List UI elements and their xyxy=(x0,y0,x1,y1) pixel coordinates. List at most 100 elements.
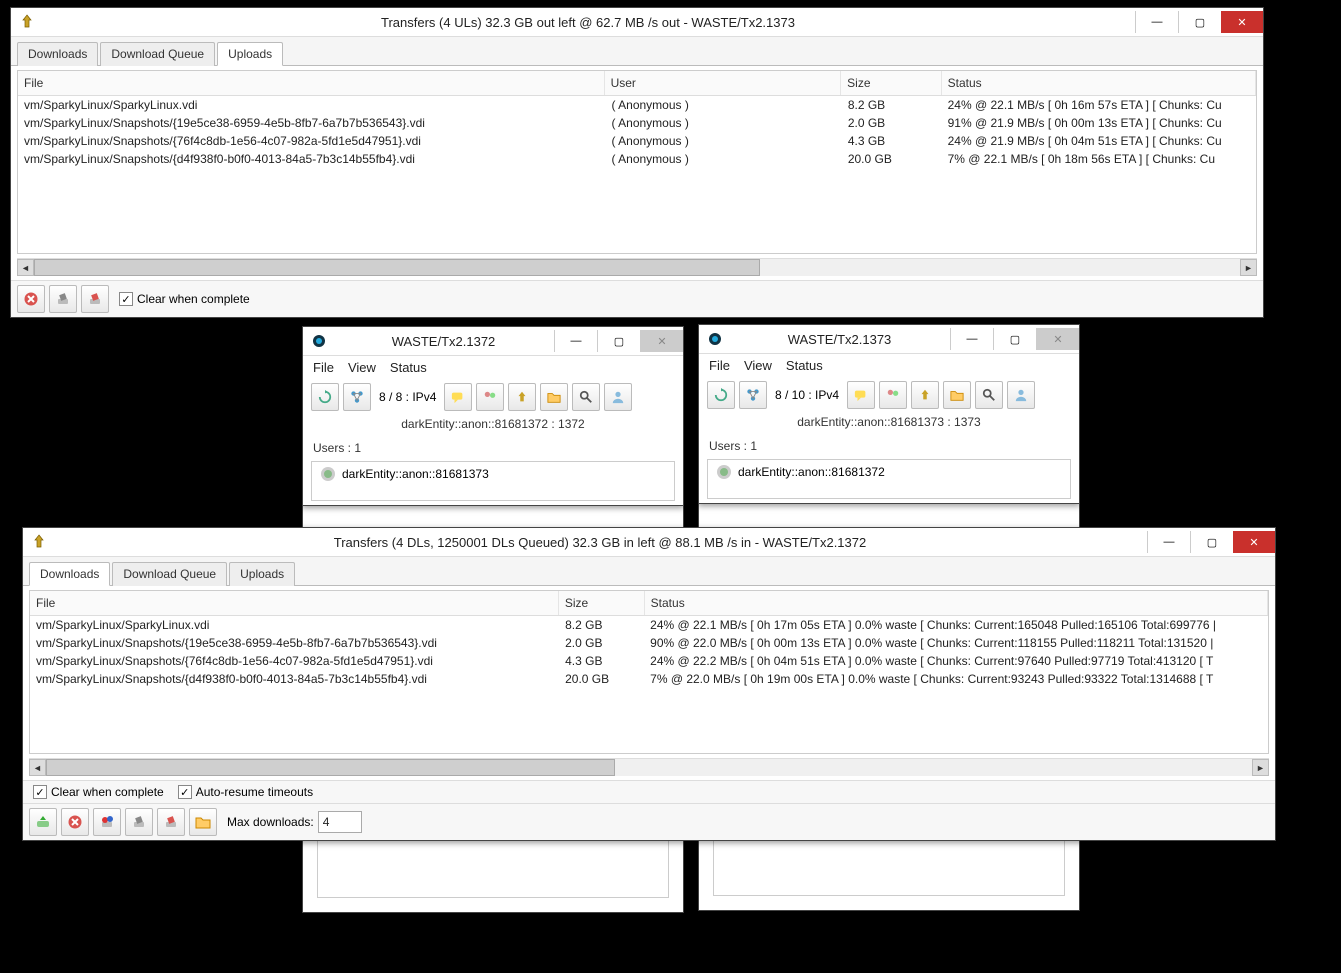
close-button[interactable]: ✕ xyxy=(1221,11,1263,33)
col-user[interactable]: User xyxy=(605,71,842,95)
minimize-button[interactable]: — xyxy=(950,328,993,350)
refresh-button[interactable] xyxy=(311,383,339,411)
max-downloads-label: Max downloads: xyxy=(227,815,314,829)
maximize-button[interactable]: ▢ xyxy=(993,328,1036,350)
toolbar: ✓ Clear when complete xyxy=(11,280,1263,317)
col-file[interactable]: File xyxy=(18,71,605,95)
table-row[interactable]: vm/SparkyLinux/Snapshots/{d4f938f0-b0f0-… xyxy=(30,670,1268,688)
browse-button[interactable] xyxy=(943,381,971,409)
max-downloads-input[interactable] xyxy=(318,811,362,833)
users-list[interactable]: darkEntity::anon::81681372 xyxy=(707,459,1071,499)
table-row[interactable]: vm/SparkyLinux/Snapshots/{d4f938f0-b0f0-… xyxy=(18,150,1256,168)
user-icon xyxy=(320,466,336,482)
clear-when-complete-label: Clear when complete xyxy=(51,785,164,799)
horizontal-scrollbar[interactable]: ◄ ► xyxy=(17,258,1257,276)
clear-button[interactable] xyxy=(49,285,77,313)
network-button[interactable] xyxy=(739,381,767,409)
minimize-button[interactable]: — xyxy=(554,330,597,352)
chat-button[interactable] xyxy=(847,381,875,409)
upload-button[interactable] xyxy=(508,383,536,411)
menu-status[interactable]: Status xyxy=(786,358,823,373)
downloads-listview[interactable]: File Size Status vm/SparkyLinux/SparkyLi… xyxy=(29,590,1269,754)
clear-all-button[interactable] xyxy=(81,285,109,313)
clear-button[interactable] xyxy=(125,808,153,836)
menu-view[interactable]: View xyxy=(348,360,376,375)
window-title: Transfers (4 ULs) 32.3 GB out left @ 62.… xyxy=(41,15,1135,30)
auto-resume-checkbox[interactable]: ✓ Auto-resume timeouts xyxy=(178,785,313,799)
table-row[interactable]: vm/SparkyLinux/Snapshots/{19e5ce38-6959-… xyxy=(30,634,1268,652)
clear-all-button[interactable] xyxy=(157,808,185,836)
table-row[interactable]: vm/SparkyLinux/SparkyLinux.vdi 8.2 GB 24… xyxy=(30,616,1268,634)
titlebar[interactable]: WASTE/Tx2.1372 — ▢ ✕ xyxy=(303,327,683,356)
table-row[interactable]: vm/SparkyLinux/Snapshots/{19e5ce38-6959-… xyxy=(18,114,1256,132)
table-row[interactable]: vm/SparkyLinux/SparkyLinux.vdi ( Anonymo… xyxy=(18,96,1256,114)
window-title: Transfers (4 DLs, 1250001 DLs Queued) 32… xyxy=(53,535,1147,550)
close-button[interactable]: ✕ xyxy=(1233,531,1275,553)
maximize-button[interactable]: ▢ xyxy=(1190,531,1233,553)
menubar: File View Status xyxy=(699,354,1079,377)
tab-downloads[interactable]: Downloads xyxy=(29,562,110,586)
cancel-button[interactable] xyxy=(61,808,89,836)
scroll-right-icon[interactable]: ► xyxy=(1252,759,1269,776)
users-button[interactable] xyxy=(879,381,907,409)
table-row[interactable]: vm/SparkyLinux/Snapshots/{76f4c8db-1e56-… xyxy=(30,652,1268,670)
table-row[interactable]: vm/SparkyLinux/Snapshots/{76f4c8db-1e56-… xyxy=(18,132,1256,150)
tab-uploads[interactable]: Uploads xyxy=(217,42,283,66)
col-size[interactable]: Size xyxy=(841,71,941,95)
clear-when-complete-checkbox[interactable]: ✓ Clear when complete xyxy=(33,785,164,799)
user-name: darkEntity::anon::81681373 xyxy=(342,467,489,481)
network-button[interactable] xyxy=(343,383,371,411)
resume-button[interactable] xyxy=(29,808,57,836)
profile-button[interactable] xyxy=(604,383,632,411)
col-size[interactable]: Size xyxy=(559,591,645,615)
search-button[interactable] xyxy=(572,383,600,411)
toolbar: 8 / 8 : IPv4 xyxy=(303,379,683,415)
tab-download-queue[interactable]: Download Queue xyxy=(112,562,227,586)
window-title: WASTE/Tx2.1372 xyxy=(333,334,554,349)
users-button[interactable] xyxy=(476,383,504,411)
col-status[interactable]: Status xyxy=(645,591,1268,615)
maximize-button[interactable]: ▢ xyxy=(1178,11,1221,33)
maximize-button[interactable]: ▢ xyxy=(597,330,640,352)
menu-status[interactable]: Status xyxy=(390,360,427,375)
menu-file[interactable]: File xyxy=(709,358,730,373)
search-button[interactable] xyxy=(975,381,1003,409)
minimize-button[interactable]: — xyxy=(1135,11,1178,33)
user-row[interactable]: darkEntity::anon::81681372 xyxy=(708,460,1070,484)
titlebar[interactable]: Transfers (4 ULs) 32.3 GB out left @ 62.… xyxy=(11,8,1263,37)
menu-view[interactable]: View xyxy=(744,358,772,373)
menu-file[interactable]: File xyxy=(313,360,334,375)
users-list[interactable]: darkEntity::anon::81681373 xyxy=(311,461,675,501)
open-folder-button[interactable] xyxy=(189,808,217,836)
app-icon xyxy=(311,333,327,349)
uploads-listview[interactable]: File User Size Status vm/SparkyLinux/Spa… xyxy=(17,70,1257,254)
user-name: darkEntity::anon::81681372 xyxy=(738,465,885,479)
auto-resume-label: Auto-resume timeouts xyxy=(196,785,313,799)
scroll-right-icon[interactable]: ► xyxy=(1240,259,1257,276)
close-button[interactable]: ✕ xyxy=(640,330,683,352)
close-button[interactable]: ✕ xyxy=(1036,328,1079,350)
identity-line: darkEntity::anon::81681372 : 1372 xyxy=(303,415,683,437)
tab-downloads[interactable]: Downloads xyxy=(17,42,98,66)
refresh-button[interactable] xyxy=(707,381,735,409)
upload-button[interactable] xyxy=(911,381,939,409)
titlebar[interactable]: WASTE/Tx2.1373 — ▢ ✕ xyxy=(699,325,1079,354)
user-row[interactable]: darkEntity::anon::81681373 xyxy=(312,462,674,486)
tab-uploads[interactable]: Uploads xyxy=(229,562,295,586)
node-window-1373: WASTE/Tx2.1373 — ▢ ✕ File View Status 8 … xyxy=(698,324,1080,504)
col-file[interactable]: File xyxy=(30,591,559,615)
horizontal-scrollbar[interactable]: ◄ ► xyxy=(29,758,1269,776)
clear-errored-button[interactable] xyxy=(93,808,121,836)
minimize-button[interactable]: — xyxy=(1147,531,1190,553)
tab-download-queue[interactable]: Download Queue xyxy=(100,42,215,66)
cancel-button[interactable] xyxy=(17,285,45,313)
chat-button[interactable] xyxy=(444,383,472,411)
titlebar[interactable]: Transfers (4 DLs, 1250001 DLs Queued) 32… xyxy=(23,528,1275,557)
scroll-left-icon[interactable]: ◄ xyxy=(17,259,34,276)
users-label: Users : 1 xyxy=(303,437,683,457)
profile-button[interactable] xyxy=(1007,381,1035,409)
col-status[interactable]: Status xyxy=(942,71,1256,95)
clear-when-complete-checkbox[interactable]: ✓ Clear when complete xyxy=(119,292,250,306)
browse-button[interactable] xyxy=(540,383,568,411)
scroll-left-icon[interactable]: ◄ xyxy=(29,759,46,776)
